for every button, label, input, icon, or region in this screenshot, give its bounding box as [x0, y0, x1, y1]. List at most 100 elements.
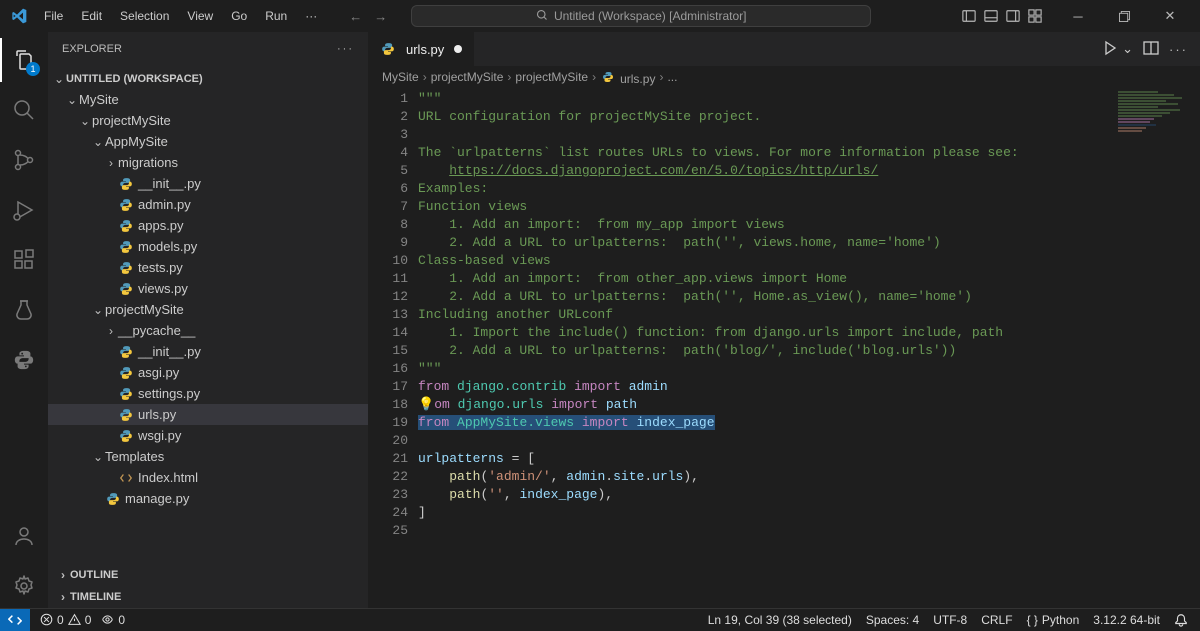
code-line[interactable]: from AppMySite.views import index_page: [418, 414, 1200, 432]
code-line[interactable]: https://docs.djangoproject.com/en/5.0/to…: [418, 162, 1200, 180]
editor-tab[interactable]: urls.py: [368, 32, 475, 66]
editor-more-icon[interactable]: ···: [1169, 42, 1188, 57]
nav-back-icon[interactable]: ←: [349, 9, 362, 24]
tree-file[interactable]: asgi.py: [48, 362, 368, 383]
code-line[interactable]: """: [418, 90, 1200, 108]
tree-file[interactable]: models.py: [48, 236, 368, 257]
nav-forward-icon[interactable]: →: [374, 9, 387, 24]
tree-folder[interactable]: ⌄AppMySite: [48, 131, 368, 152]
code-line[interactable]: 1. Import the include() function: from d…: [418, 324, 1200, 342]
window-close-button[interactable]: ✕: [1152, 3, 1188, 29]
activity-extensions[interactable]: [0, 238, 48, 282]
language-mode[interactable]: { } Python: [1027, 613, 1080, 627]
activity-settings[interactable]: [0, 564, 48, 608]
activity-source-control[interactable]: [0, 138, 48, 182]
tree-file[interactable]: Index.html: [48, 467, 368, 488]
code-line[interactable]: 1. Add an import: from other_app.views i…: [418, 270, 1200, 288]
tree-file[interactable]: views.py: [48, 278, 368, 299]
code-line[interactable]: [418, 126, 1200, 144]
code-line[interactable]: URL configuration for projectMySite proj…: [418, 108, 1200, 126]
breadcrumbs[interactable]: MySite›projectMySite›projectMySite›urls.…: [368, 66, 1200, 88]
code-line[interactable]: 1. Add an import: from my_app import vie…: [418, 216, 1200, 234]
tree-file[interactable]: wsgi.py: [48, 425, 368, 446]
code-line[interactable]: 💡om django.urls import path: [418, 396, 1200, 414]
run-split-chevron-icon[interactable]: ⌄: [1122, 41, 1133, 57]
activity-accounts[interactable]: [0, 514, 48, 558]
code-line[interactable]: 2. Add a URL to urlpatterns: path('blog/…: [418, 342, 1200, 360]
tree-file[interactable]: __init__.py: [48, 173, 368, 194]
menu-item-edit[interactable]: Edit: [73, 5, 110, 27]
split-editor-icon[interactable]: [1143, 40, 1159, 59]
menu-item-run[interactable]: Run: [257, 5, 295, 27]
breadcrumb-item[interactable]: ...: [667, 70, 677, 84]
tree-file[interactable]: urls.py: [48, 404, 368, 425]
code-line[interactable]: The `urlpatterns` list routes URLs to vi…: [418, 144, 1200, 162]
menu-item-···[interactable]: ···: [297, 5, 325, 27]
menu-item-selection[interactable]: Selection: [112, 5, 177, 27]
outline-section[interactable]: › OUTLINE: [48, 564, 368, 586]
indentation-status[interactable]: Spaces: 4: [866, 613, 919, 627]
code-line[interactable]: from django.contrib import admin: [418, 378, 1200, 396]
layout-panel-left-icon[interactable]: [962, 9, 976, 23]
tree-file[interactable]: settings.py: [48, 383, 368, 404]
menu-bar: FileEditSelectionViewGoRun···: [36, 5, 325, 27]
sidebar-more-icon[interactable]: ···: [337, 43, 354, 55]
layout-panel-bottom-icon[interactable]: [984, 9, 998, 23]
breadcrumb-item[interactable]: projectMySite: [515, 70, 588, 84]
tree-folder[interactable]: ⌄projectMySite: [48, 110, 368, 131]
window-minimize-button[interactable]: ─: [1060, 3, 1096, 29]
remote-button[interactable]: [0, 609, 30, 631]
eol-status[interactable]: CRLF: [981, 613, 1012, 627]
code-line[interactable]: Function views: [418, 198, 1200, 216]
code-content[interactable]: """URL configuration for projectMySite p…: [418, 88, 1200, 608]
code-line[interactable]: 2. Add a URL to urlpatterns: path('', vi…: [418, 234, 1200, 252]
menu-item-file[interactable]: File: [36, 5, 71, 27]
activity-testing[interactable]: [0, 288, 48, 332]
code-line[interactable]: path('', index_page),: [418, 486, 1200, 504]
activity-search[interactable]: [0, 88, 48, 132]
editor-body[interactable]: 1234567891011121314151617181920212223242…: [368, 88, 1200, 608]
tree-folder[interactable]: ›migrations: [48, 152, 368, 173]
timeline-section[interactable]: › TIMELINE: [48, 586, 368, 608]
code-line[interactable]: Examples:: [418, 180, 1200, 198]
notifications-icon[interactable]: [1174, 613, 1188, 627]
workspace-root[interactable]: ⌄ UNTITLED (WORKSPACE): [48, 68, 368, 89]
tree-folder[interactable]: ›__pycache__: [48, 320, 368, 341]
window-maximize-button[interactable]: [1106, 3, 1142, 29]
tree-file[interactable]: __init__.py: [48, 341, 368, 362]
code-line[interactable]: Including another URLconf: [418, 306, 1200, 324]
encoding-status[interactable]: UTF-8: [933, 613, 967, 627]
activity-python[interactable]: [0, 338, 48, 382]
code-line[interactable]: path('admin/', admin.site.urls),: [418, 468, 1200, 486]
tree-file[interactable]: tests.py: [48, 257, 368, 278]
breadcrumb-item[interactable]: urls.py: [600, 69, 655, 86]
problems-status[interactable]: 0 0: [40, 613, 91, 627]
code-line[interactable]: """: [418, 360, 1200, 378]
tree-folder[interactable]: ⌄Templates: [48, 446, 368, 467]
code-line[interactable]: urlpatterns = [: [418, 450, 1200, 468]
code-line[interactable]: Class-based views: [418, 252, 1200, 270]
layout-panel-right-icon[interactable]: [1006, 9, 1020, 23]
tree-folder[interactable]: ⌄MySite: [48, 89, 368, 110]
activity-explorer[interactable]: 1: [0, 38, 48, 82]
code-line[interactable]: [418, 432, 1200, 450]
tree-file[interactable]: admin.py: [48, 194, 368, 215]
code-line[interactable]: ]: [418, 504, 1200, 522]
code-line[interactable]: [418, 522, 1200, 540]
minimap[interactable]: [1118, 90, 1198, 160]
tree-file[interactable]: apps.py: [48, 215, 368, 236]
python-interpreter[interactable]: 3.12.2 64-bit: [1093, 613, 1160, 627]
activity-run-debug[interactable]: [0, 188, 48, 232]
command-center[interactable]: Untitled (Workspace) [Administrator]: [411, 5, 871, 27]
tree-file[interactable]: manage.py: [48, 488, 368, 509]
code-line[interactable]: 2. Add a URL to urlpatterns: path('', Ho…: [418, 288, 1200, 306]
breadcrumb-item[interactable]: MySite: [382, 70, 419, 84]
menu-item-view[interactable]: View: [179, 5, 221, 27]
run-icon[interactable]: [1102, 40, 1118, 59]
customize-layout-icon[interactable]: [1028, 9, 1042, 23]
ports-status[interactable]: 0: [101, 613, 125, 627]
breadcrumb-item[interactable]: projectMySite: [431, 70, 504, 84]
cursor-position[interactable]: Ln 19, Col 39 (38 selected): [708, 613, 852, 627]
tree-folder[interactable]: ⌄projectMySite: [48, 299, 368, 320]
menu-item-go[interactable]: Go: [223, 5, 255, 27]
